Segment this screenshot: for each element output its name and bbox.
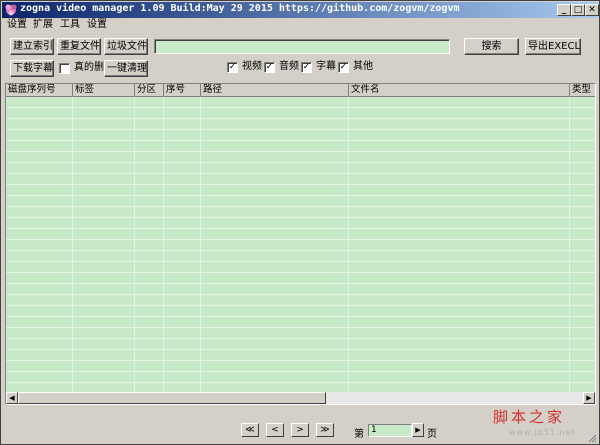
checkbox-label: 字幕 [316,61,336,72]
checkbox-label: 其他 [353,61,373,72]
watermark-logo: 脚本之家 [493,408,566,426]
scroll-left-icon[interactable]: ◀ [6,392,18,404]
checkbox-label: 音频 [279,61,299,72]
horizontal-scrollbar[interactable]: ◀ ▶ [6,392,595,404]
page-suffix: 页 [427,429,437,440]
watermark-url: www.jb51.net [509,428,576,437]
duplicate-files-button[interactable]: 重复文件 [57,38,101,55]
page-prefix: 第 [354,429,364,440]
column-divider [200,97,201,392]
page-spin-icon[interactable]: ▶ [412,423,424,437]
page-number-input[interactable]: 1 [368,424,412,437]
menu-bar: 设置 扩展 工具 设置 [2,18,598,32]
resize-grip-icon[interactable] [587,433,597,443]
first-page-button[interactable]: ≪ [241,423,259,437]
one-click-clean-button[interactable]: 一键清理 [104,60,148,77]
column-filename[interactable]: 文件名 [349,84,570,97]
scroll-right-icon[interactable]: ▶ [583,392,595,404]
column-divider [348,97,349,392]
app-window: zogna video manager 1.09 Build:May 29 20… [0,0,600,445]
column-label[interactable]: 标签 [73,84,135,97]
maximize-button[interactable]: □ [571,4,585,16]
app-icon [5,4,17,16]
column-disk-serial[interactable]: 磁盘序列号 [6,84,73,97]
checkbox-box[interactable] [59,63,70,74]
next-page-button[interactable]: > [291,423,309,437]
build-index-button[interactable]: 建立索引 [10,38,54,55]
scroll-thumb[interactable] [18,392,326,404]
column-type[interactable]: 类型 [570,84,595,97]
checkbox-box[interactable]: ✓ [264,62,275,73]
export-excel-button[interactable]: 导出EXECL [525,38,581,55]
prev-page-button[interactable]: < [266,423,284,437]
last-page-button[interactable]: ≫ [316,423,334,437]
file-table[interactable]: 磁盘序列号 标签 分区 序号 路径 文件名 类型 ◀ ▶ [5,83,596,405]
menu-tools[interactable]: 工具 [60,18,80,32]
checkbox-box[interactable]: ✓ [227,62,238,73]
title-bar[interactable]: zogna video manager 1.09 Build:May 29 20… [2,2,599,18]
column-divider [163,97,164,392]
column-partition[interactable]: 分区 [135,84,164,97]
column-divider [134,97,135,392]
window-title: zogna video manager 1.09 Build:May 29 20… [20,3,460,14]
checkbox-label: 真的删 [74,62,104,73]
search-input[interactable] [154,39,450,54]
download-subtitles-button[interactable]: 下载字幕 [10,60,54,77]
menu-extend[interactable]: 扩展 [33,18,53,32]
checkbox-label: 视频 [242,61,262,72]
checkbox-box[interactable]: ✓ [338,62,349,73]
column-divider [72,97,73,392]
menu-settings[interactable]: 设置 [7,18,27,32]
column-path[interactable]: 路径 [201,84,349,97]
close-button[interactable]: ✕ [585,4,599,16]
minimize-button[interactable]: _ [557,4,571,16]
menu-settings-2[interactable]: 设置 [87,18,107,32]
table-header: 磁盘序列号 标签 分区 序号 路径 文件名 类型 [6,84,595,97]
checkbox-box[interactable]: ✓ [301,62,312,73]
table-body[interactable] [6,97,595,392]
search-button[interactable]: 搜索 [464,38,519,55]
column-index[interactable]: 序号 [164,84,201,97]
junk-files-button[interactable]: 垃圾文件 [104,38,148,55]
column-divider [569,97,570,392]
